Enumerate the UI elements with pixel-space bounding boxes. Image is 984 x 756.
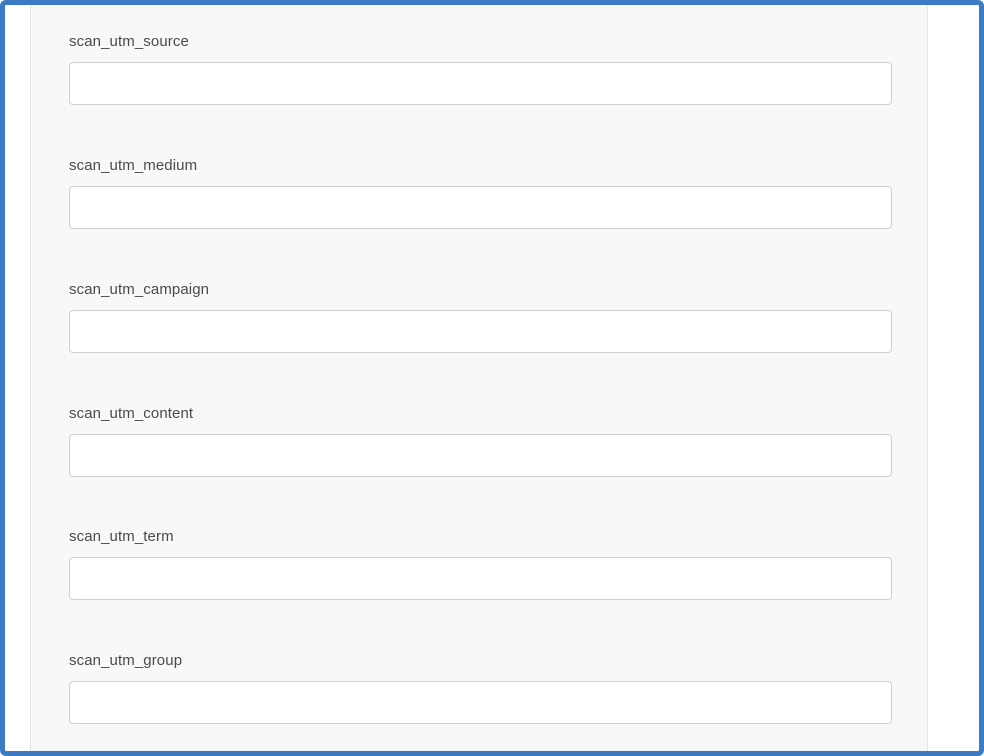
field-label-scan-utm-content: scan_utm_content <box>69 405 194 422</box>
scan-utm-group-input[interactable] <box>69 681 892 724</box>
window-frame: scan_utm_source scan_utm_medium scan_utm… <box>0 0 984 756</box>
field-label-scan-utm-campaign: scan_utm_campaign <box>69 281 210 298</box>
field-label-scan-utm-source: scan_utm_source <box>69 33 189 50</box>
scan-utm-source-input[interactable] <box>69 62 892 105</box>
scan-utm-campaign-input[interactable] <box>69 310 892 353</box>
field-scan-utm-content: scan_utm_content <box>69 404 893 477</box>
scan-utm-medium-input[interactable] <box>69 186 892 229</box>
field-scan-utm-source: scan_utm_source <box>69 32 893 105</box>
field-label-scan-utm-term: scan_utm_term <box>69 528 174 545</box>
field-scan-utm-campaign: scan_utm_campaign <box>69 280 893 353</box>
field-scan-utm-group: scan_utm_group <box>69 651 893 724</box>
field-scan-utm-medium: scan_utm_medium <box>69 156 893 229</box>
field-label-scan-utm-group: scan_utm_group <box>69 652 183 669</box>
field-scan-utm-term: scan_utm_term <box>69 527 893 600</box>
form-panel: scan_utm_source scan_utm_medium scan_utm… <box>30 5 928 751</box>
field-label-scan-utm-medium: scan_utm_medium <box>69 157 198 174</box>
scan-utm-term-input[interactable] <box>69 557 892 600</box>
scan-utm-content-input[interactable] <box>69 434 892 477</box>
